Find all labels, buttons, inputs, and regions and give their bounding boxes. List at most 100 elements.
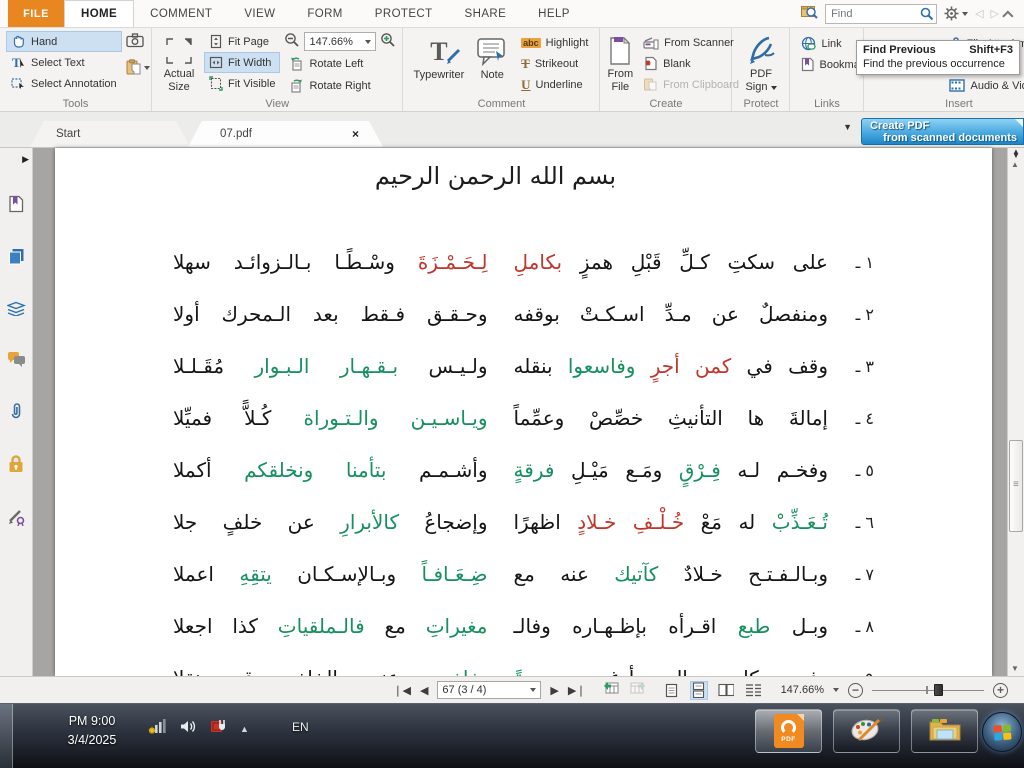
rotate-left-button[interactable]: Rotate Left	[284, 53, 396, 74]
previous-view-icon[interactable]	[603, 680, 620, 700]
comments-panel-icon[interactable]	[7, 351, 26, 372]
vertical-scrollbar[interactable]: ▲▼ ▲ ▼	[1007, 148, 1024, 676]
start-tab-label: Start	[56, 128, 80, 140]
layers-panel-icon[interactable]	[7, 301, 26, 321]
blank-button[interactable]: Blank	[638, 53, 744, 74]
banner-dropdown-icon[interactable]: ▼	[843, 122, 852, 132]
clipboard-paste-icon[interactable]	[126, 59, 150, 76]
pdf-page[interactable]: بسم الله الرحمن الرحيم ١ ـعلى سكتِ كـلِّ…	[55, 148, 992, 676]
actual-size-button[interactable]: Actual Size	[158, 31, 200, 96]
zoom-in-icon[interactable]	[380, 32, 396, 52]
group-comment: T Typewriter Note abc Highlight T Strike	[403, 28, 600, 111]
typewriter-button[interactable]: T Typewriter	[409, 31, 468, 96]
verse-text: أكملا	[173, 458, 244, 482]
fit-width-button[interactable]: Fit Width	[204, 52, 280, 73]
attachments-panel-icon[interactable]	[9, 402, 23, 425]
hand-tool-button[interactable]: Hand	[6, 31, 122, 52]
find-previous-arrow-icon[interactable]: ◁	[975, 7, 983, 20]
next-page-icon[interactable]: ▶	[550, 684, 558, 697]
tab-share[interactable]: SHARE	[449, 0, 523, 27]
power-plug-icon[interactable]	[210, 718, 227, 739]
zoom-out-button[interactable]: −	[848, 683, 863, 698]
taskbar-clock[interactable]: PM 9:00 3/4/2025	[44, 712, 140, 750]
audio-video-icon	[949, 79, 965, 92]
show-desktop-button[interactable]	[0, 704, 13, 768]
digital-signature-panel-icon[interactable]	[7, 508, 25, 531]
highlight-button[interactable]: abc Highlight	[516, 32, 593, 53]
verse-text: كذا اجعلا	[173, 614, 278, 638]
select-text-button[interactable]: T Select Text	[6, 52, 122, 73]
underline-button[interactable]: U Underline	[516, 74, 593, 95]
audio-video-label: Audio & Video	[970, 80, 1024, 92]
security-panel-icon[interactable]	[8, 455, 24, 478]
audio-video-button[interactable]: Audio & Video	[944, 75, 1024, 96]
verse-hemistich: تُـعَـذِّبْ له مَعْ خُـلْـفِ خـلادٍ اظهر…	[514, 510, 829, 534]
tab-help[interactable]: HELP	[522, 0, 586, 27]
note-button[interactable]: Note	[472, 31, 512, 96]
rotate-right-button[interactable]: Rotate Right	[284, 75, 396, 96]
tab-form[interactable]: FORM	[291, 0, 358, 27]
snapshot-camera-icon[interactable]	[126, 33, 150, 53]
pdf-sign-button[interactable]: PDFSign	[738, 31, 783, 96]
show-hidden-icons-icon[interactable]: ▲	[240, 724, 249, 734]
close-tab-icon[interactable]: ×	[352, 127, 359, 141]
tab-view[interactable]: VIEW	[228, 0, 291, 27]
zoom-slider[interactable]	[872, 683, 984, 697]
from-scanner-button[interactable]: From Scanner	[638, 32, 744, 53]
tab-comment[interactable]: COMMENT	[134, 0, 228, 27]
verse-text: ولـيـس	[398, 354, 487, 378]
fit-page-button[interactable]: Fit Page	[204, 31, 280, 52]
find-options-gear-icon[interactable]	[944, 6, 968, 21]
single-page-layout-icon[interactable]	[663, 681, 681, 700]
verse-hemistich: وفخـم لـه فِـرْقٍ ومَـع مَيْـلِ فرقةٍ	[514, 458, 829, 482]
tab-file[interactable]: FILE	[8, 0, 64, 27]
tab-protect[interactable]: PROTECT	[359, 0, 449, 27]
scroll-down-icon[interactable]: ▼	[1011, 664, 1019, 673]
scrollbar-thumb[interactable]	[1009, 440, 1023, 532]
first-page-icon[interactable]: ❘◀	[393, 684, 411, 697]
windows-start-button[interactable]	[982, 712, 1022, 752]
expand-panel-icon[interactable]: ▶	[22, 154, 29, 165]
page-number-combobox[interactable]: 67 (3 / 4)	[437, 681, 541, 699]
network-icon[interactable]	[148, 718, 167, 739]
scroll-up-icon[interactable]: ▲	[1011, 160, 1019, 169]
verse-text: ومَـع مَيْـلِ	[554, 458, 678, 482]
continuous-layout-icon[interactable]	[690, 681, 708, 700]
pages-panel-icon[interactable]	[8, 248, 25, 271]
taskbar-foxit-button[interactable]: PDF	[755, 709, 822, 753]
zoom-slider-handle[interactable]	[934, 684, 943, 696]
collapse-ribbon-icon[interactable]	[1002, 10, 1013, 21]
create-pdf-banner[interactable]: Create PDF from scanned documents	[861, 118, 1024, 145]
verse-row: ٧ ـوبـالـفـتـح خـلادٌ كآتيك عنه معضِـعَـ…	[173, 548, 874, 600]
select-annotation-button[interactable]: Select Annotation	[6, 73, 122, 94]
taskbar-paint-button[interactable]	[833, 709, 900, 753]
from-file-button[interactable]: From File	[606, 31, 634, 96]
find-in-folder-icon[interactable]	[801, 4, 818, 24]
tab-start-page[interactable]: Start	[30, 121, 190, 147]
split-view-handle[interactable]: ▲▼	[1010, 150, 1022, 158]
zoom-dropdown-icon[interactable]	[833, 688, 839, 692]
fit-visible-button[interactable]: Fit Visible	[204, 73, 280, 94]
zoom-percentage[interactable]: 147.66%	[781, 684, 824, 696]
previous-page-icon[interactable]: ◀	[420, 684, 428, 697]
search-icon[interactable]	[920, 7, 934, 26]
verse-text: وعنه الخلف قد نقلا	[173, 666, 409, 676]
tab-document-07pdf[interactable]: 07.pdf ×	[188, 121, 383, 147]
taskbar-explorer-button[interactable]	[911, 709, 978, 753]
facing-layout-icon[interactable]	[717, 681, 735, 700]
underline-icon: U	[521, 77, 530, 93]
continuous-facing-layout-icon[interactable]	[744, 681, 762, 700]
volume-icon[interactable]	[180, 719, 197, 739]
find-next-arrow-icon[interactable]: ▷	[991, 7, 999, 20]
verse-text: فرقةٍ	[514, 458, 555, 482]
verse-text: له مَعْ	[684, 510, 772, 534]
language-indicator[interactable]: EN	[292, 720, 309, 734]
zoom-out-icon[interactable]	[284, 32, 300, 52]
zoom-combobox[interactable]: 147.66%	[304, 32, 376, 51]
verse-text: إمالةَ ها التأنيثِ خصِّصْ وعمِّماً	[514, 406, 829, 430]
zoom-in-button[interactable]: +	[993, 683, 1008, 698]
strikeout-button[interactable]: T Strikeout	[516, 53, 593, 74]
bookmarks-panel-icon[interactable]	[8, 195, 24, 218]
tab-home[interactable]: HOME	[64, 0, 134, 27]
last-page-icon[interactable]: ▶❘	[568, 684, 586, 697]
